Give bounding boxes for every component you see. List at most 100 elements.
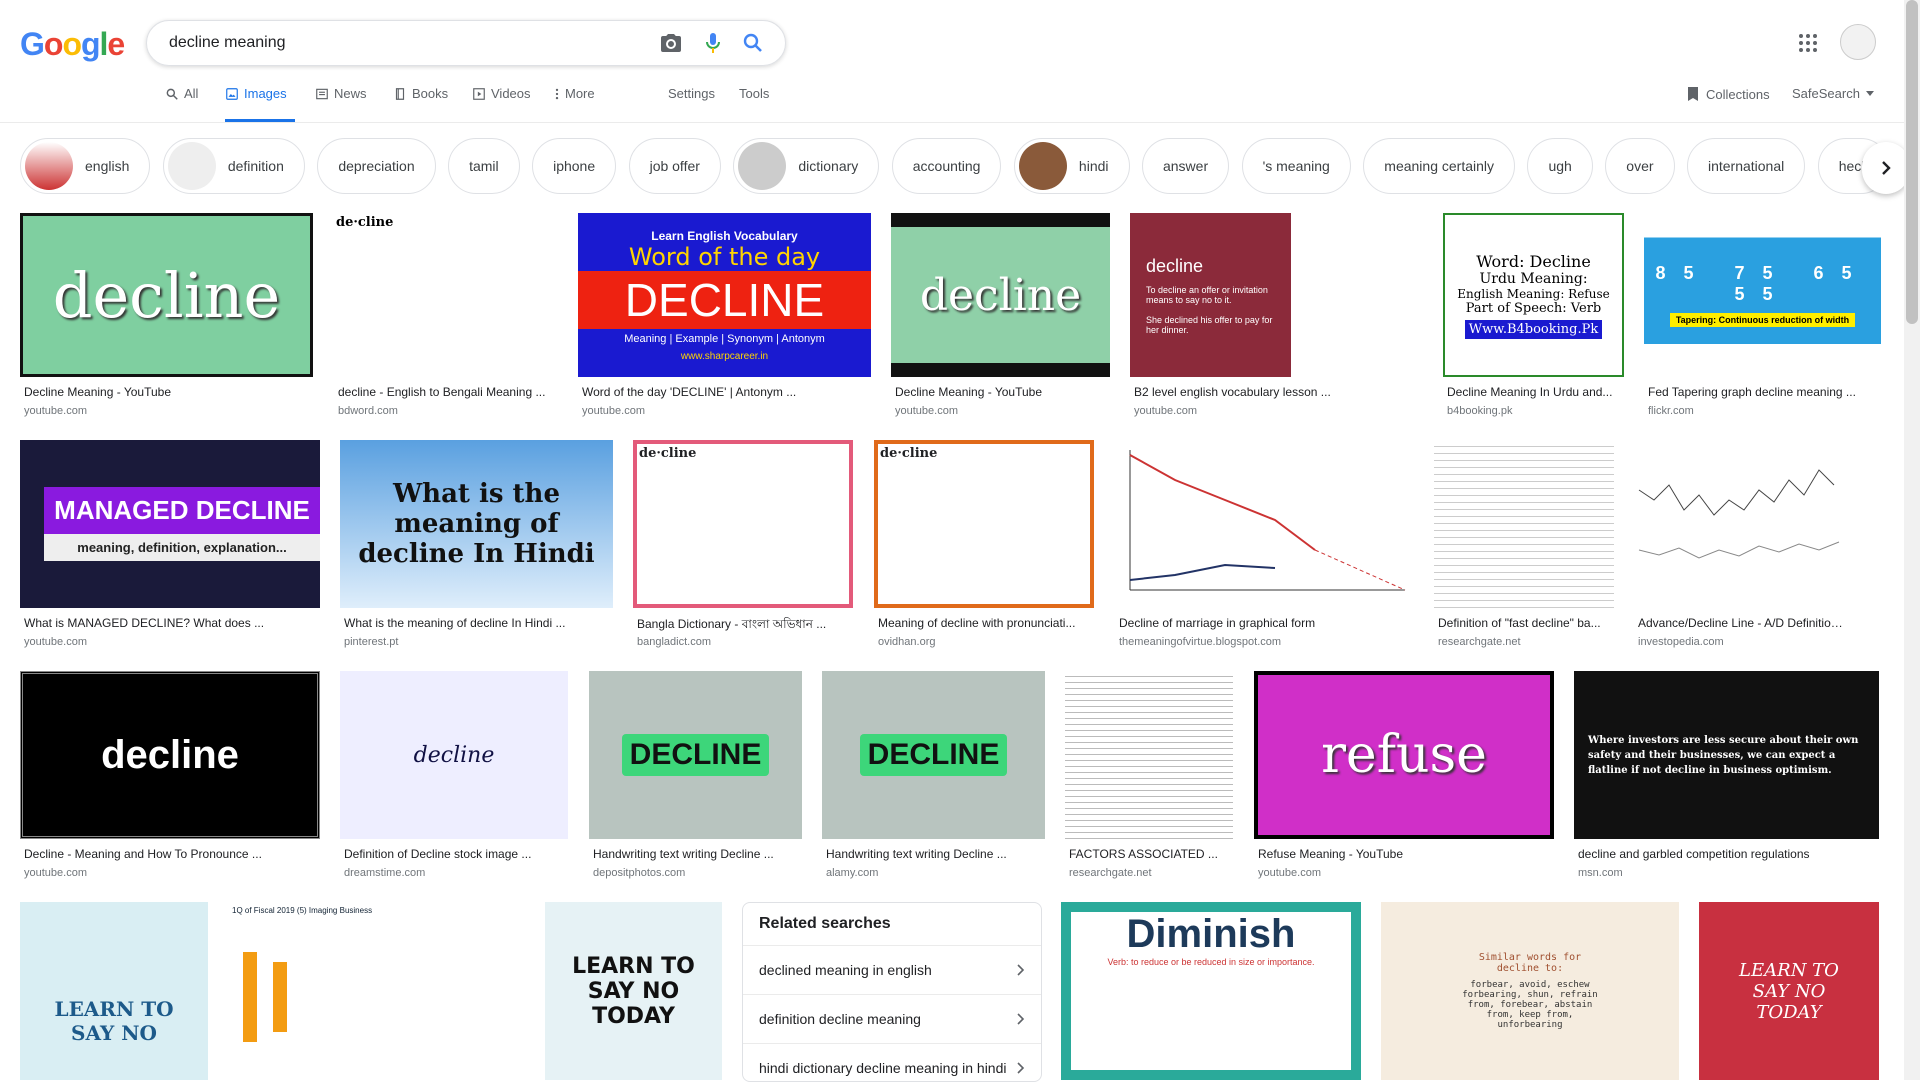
result-domain: bdword.com xyxy=(338,405,398,417)
tab-all[interactable]: All xyxy=(165,86,198,122)
chip-label: over xyxy=(1626,158,1654,174)
result-title[interactable]: Bangla Dictionary - বাংলা অভিধান ... xyxy=(637,616,857,636)
chip[interactable]: 's meaning xyxy=(1241,138,1351,194)
result-title[interactable]: decline and garbled competition regulati… xyxy=(1578,847,1883,861)
thumb-caption: DECLINE xyxy=(621,734,770,776)
chip[interactable]: job offer xyxy=(628,138,721,194)
result-title[interactable]: Advance/Decline Line - A/D Definition ..… xyxy=(1638,616,1848,630)
result-domain: youtube.com xyxy=(1134,405,1197,417)
chip[interactable]: meaning certainly xyxy=(1363,138,1516,194)
result-title[interactable]: B2 level english vocabulary lesson ... xyxy=(1134,385,1424,399)
related-search-item[interactable]: hindi dictionary decline meaning in hind… xyxy=(743,1043,1041,1081)
result-title[interactable]: Handwriting text writing Decline ... xyxy=(826,847,1049,861)
result-domain: ovidhan.org xyxy=(878,636,936,648)
video-icon xyxy=(473,88,485,100)
chip[interactable]: international xyxy=(1686,138,1806,194)
thumb-caption: To decline an offer or invitation means … xyxy=(1146,284,1268,305)
tab-more[interactable]: More xyxy=(554,86,595,122)
result-title[interactable]: Decline Meaning - YouTube xyxy=(24,385,314,399)
thumb-caption: MANAGED DECLINE xyxy=(44,487,320,534)
tab-news[interactable]: News xyxy=(315,86,367,122)
safesearch-dropdown[interactable]: SafeSearch xyxy=(1792,86,1874,101)
result-thumbnail xyxy=(1434,440,1614,608)
result-title[interactable]: Decline Meaning In Urdu and... xyxy=(1447,385,1628,399)
result-title[interactable]: Meaning of decline with pronunciati... xyxy=(878,616,1098,630)
settings-label: Settings xyxy=(668,86,715,101)
chip[interactable]: accounting xyxy=(891,138,1002,194)
result-domain: dreamstime.com xyxy=(344,867,426,879)
thumb-caption: She declined his offer to pay for her di… xyxy=(1146,314,1273,335)
book-icon xyxy=(395,88,405,100)
related-searches-panel: Related searches declined meaning in eng… xyxy=(742,902,1042,1082)
result-thumbnail: decline xyxy=(20,213,313,377)
result-domain: youtube.com xyxy=(24,867,87,879)
tools-link[interactable]: Tools xyxy=(739,86,769,122)
result-domain: bangladict.com xyxy=(637,636,711,648)
chip-label: definition xyxy=(227,158,284,174)
related-search-item[interactable]: declined meaning in english xyxy=(743,945,1041,994)
google-logo[interactable]: Google xyxy=(20,26,125,63)
result-title[interactable]: Decline Meaning - YouTube xyxy=(895,385,1114,399)
chevron-right-icon xyxy=(1017,1062,1025,1074)
thumb-caption: DECLINE xyxy=(578,270,871,329)
chip[interactable]: over xyxy=(1605,138,1675,194)
result-domain: youtube.com xyxy=(895,405,958,417)
scrollbar-thumb[interactable] xyxy=(1906,0,1918,324)
result-thumbnail: de·cline xyxy=(334,213,556,377)
result-thumbnail: de·cline xyxy=(874,440,1094,608)
tab-images[interactable]: Images xyxy=(225,86,295,122)
result-title[interactable]: Decline - Meaning and How To Pronounce .… xyxy=(24,847,320,861)
chip-label: ugh xyxy=(1548,158,1572,174)
settings-link[interactable]: Settings xyxy=(668,86,715,122)
result-domain: pinterest.pt xyxy=(344,636,399,648)
chip-label: 's meaning xyxy=(1262,158,1330,174)
result-title[interactable]: Handwriting text writing Decline ... xyxy=(593,847,806,861)
chip[interactable]: hindi xyxy=(1013,138,1130,194)
chip[interactable]: answer xyxy=(1141,138,1230,194)
result-title[interactable]: What is the meaning of decline In Hindi … xyxy=(344,616,617,630)
safesearch-label: SafeSearch xyxy=(1792,86,1860,101)
bookmark-icon xyxy=(1688,87,1698,101)
camera-icon[interactable] xyxy=(659,31,683,55)
search-icon[interactable] xyxy=(741,31,765,55)
avatar[interactable] xyxy=(1840,24,1876,60)
chip-thumbnail xyxy=(738,142,787,190)
related-search-item[interactable]: definition decline meaning xyxy=(743,994,1041,1043)
tab-videos[interactable]: Videos xyxy=(472,86,531,122)
search-icon xyxy=(166,88,178,100)
chip[interactable]: ugh xyxy=(1527,138,1593,194)
result-thumbnail: decline xyxy=(340,671,568,839)
chevron-right-icon xyxy=(1017,1013,1025,1025)
chip[interactable]: depreciation xyxy=(317,138,436,194)
thumb-caption: Learn English Vocabulary xyxy=(651,228,798,243)
result-title[interactable]: Fed Tapering graph decline meaning ... xyxy=(1648,385,1885,399)
result-title[interactable]: What is MANAGED DECLINE? What does ... xyxy=(24,616,320,630)
apps-grid-icon[interactable] xyxy=(1796,31,1820,55)
image-icon xyxy=(226,88,238,100)
microphone-icon[interactable] xyxy=(701,31,725,55)
result-title[interactable]: Definition of "fast decline" ba... xyxy=(1438,616,1618,630)
result-thumbnail: Similar words for decline to: forbear, a… xyxy=(1381,902,1679,1080)
collections-link[interactable]: Collections xyxy=(1686,86,1770,102)
chip[interactable]: iphone xyxy=(532,138,617,194)
result-title[interactable]: FACTORS ASSOCIATED ... xyxy=(1069,847,1237,861)
chip[interactable]: tamil xyxy=(448,138,520,194)
search-input[interactable] xyxy=(167,30,651,56)
result-title[interactable]: Decline of marriage in graphical form xyxy=(1119,616,1414,630)
chevron-down-icon xyxy=(1865,90,1874,96)
chip[interactable]: dictionary xyxy=(733,138,880,194)
search-box[interactable] xyxy=(146,20,786,66)
result-title[interactable]: decline - English to Bengali Meaning ... xyxy=(338,385,560,399)
chip[interactable]: definition xyxy=(162,138,305,194)
result-domain: flickr.com xyxy=(1648,405,1694,417)
result-title[interactable]: Refuse Meaning - YouTube xyxy=(1258,847,1558,861)
thumb-caption: Word of the day xyxy=(628,242,821,271)
chips-next-button[interactable] xyxy=(1862,142,1910,194)
related-search-label: hindi dictionary decline meaning in hind… xyxy=(759,1060,1007,1076)
tab-books[interactable]: Books xyxy=(393,86,448,122)
tab-label: Videos xyxy=(491,86,531,101)
result-title[interactable]: Definition of Decline stock image ... xyxy=(344,847,572,861)
result-title[interactable]: Word of the day 'DECLINE' | Antonym ... xyxy=(582,385,872,399)
result-domain: youtube.com xyxy=(24,405,87,417)
chip[interactable]: english xyxy=(20,138,151,194)
